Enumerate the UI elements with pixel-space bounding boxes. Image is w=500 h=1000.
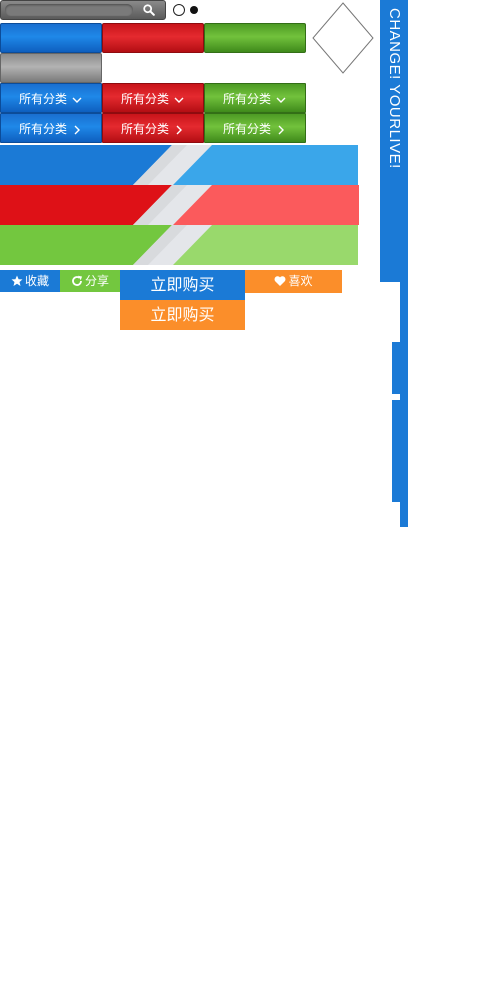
category-link-red[interactable]: 所有分类 <box>102 113 204 143</box>
category-dropdown-blue[interactable]: 所有分类 <box>0 83 102 113</box>
diamond-shape <box>312 2 374 74</box>
chevron-down-icon <box>174 97 184 103</box>
buy-now-button[interactable]: 立即购买 <box>120 270 245 300</box>
sidebar-slogan: CHANGE! YOURLIVE! <box>386 8 403 169</box>
chevron-right-icon <box>278 125 284 134</box>
like-label: 喜欢 <box>288 274 313 288</box>
chevron-right-icon <box>176 125 182 134</box>
sidebar-banner: CHANGE! YOURLIVE! <box>380 0 408 282</box>
chevron-down-icon <box>72 97 82 103</box>
category-label: 所有分类 <box>222 92 271 106</box>
buy-now-alt-label: 立即购买 <box>150 305 215 324</box>
sidebar-tab-4[interactable] <box>392 400 408 502</box>
search-bar <box>0 0 166 20</box>
chevron-right-icon <box>74 125 80 134</box>
radio-unselected[interactable] <box>173 4 185 16</box>
banner-red <box>0 185 359 225</box>
share-button[interactable]: 分享 <box>60 270 120 292</box>
share-label: 分享 <box>84 274 109 288</box>
buy-now-button-alt[interactable]: 立即购买 <box>120 300 245 330</box>
category-label: 所有分类 <box>120 122 169 136</box>
buy-now-label: 立即购买 <box>150 275 215 294</box>
category-dropdown-red[interactable]: 所有分类 <box>102 83 204 113</box>
category-dropdown-green[interactable]: 所有分类 <box>204 83 306 113</box>
refresh-icon <box>72 275 82 286</box>
sidebar-tab-5[interactable] <box>400 502 408 527</box>
red-button[interactable] <box>102 23 204 53</box>
category-link-green[interactable]: 所有分类 <box>204 113 306 143</box>
like-button[interactable]: 喜欢 <box>245 270 342 293</box>
banner-green <box>0 225 358 265</box>
favorite-button[interactable]: 收藏 <box>0 270 60 292</box>
favorite-label: 收藏 <box>24 274 49 288</box>
blue-button[interactable] <box>0 23 102 53</box>
radio-selected[interactable] <box>190 6 198 14</box>
category-label: 所有分类 <box>18 92 67 106</box>
sidebar-tab-1[interactable] <box>400 282 408 342</box>
category-label: 所有分类 <box>120 92 169 106</box>
green-button[interactable] <box>204 23 306 53</box>
star-icon <box>11 275 23 286</box>
category-link-blue[interactable]: 所有分类 <box>0 113 102 143</box>
category-label: 所有分类 <box>18 122 67 136</box>
banner-blue <box>0 145 358 185</box>
search-icon[interactable] <box>142 3 156 17</box>
gray-button[interactable] <box>0 53 102 83</box>
category-label: 所有分类 <box>222 122 271 136</box>
sidebar-tab-2[interactable] <box>392 342 408 394</box>
heart-icon <box>275 276 286 286</box>
chevron-down-icon <box>276 97 286 103</box>
search-input[interactable] <box>5 4 133 16</box>
